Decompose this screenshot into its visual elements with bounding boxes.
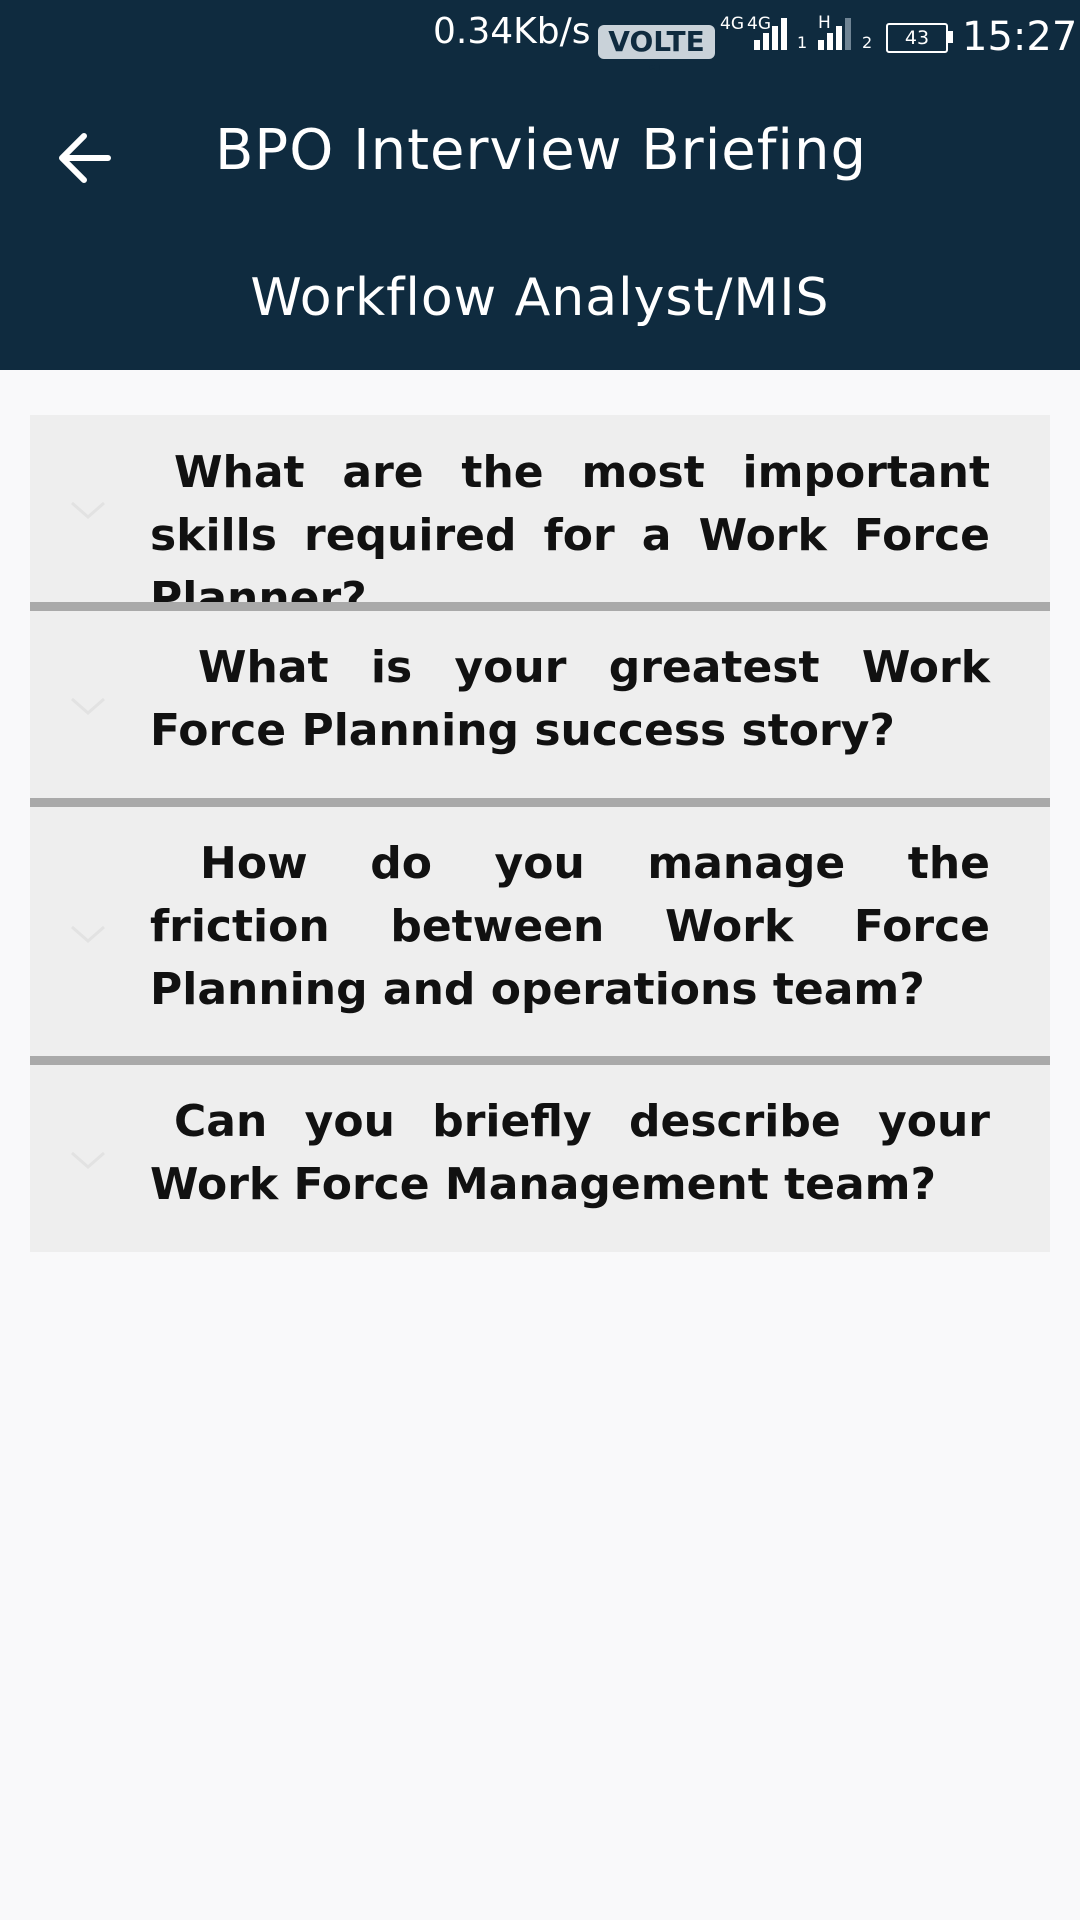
- chevron-down-icon: [71, 501, 105, 519]
- list-item[interactable]: How do you manage the friction between W…: [30, 798, 1050, 1056]
- chevron-down-icon: [71, 925, 105, 943]
- volte-badge: VOLTE 1: [598, 25, 715, 92]
- question-text: What is your greatest Work Force Plannin…: [150, 642, 990, 756]
- arrow-left-icon: [59, 133, 111, 183]
- chevron-down-icon: [71, 1151, 105, 1169]
- clock: 15:27: [962, 14, 1078, 60]
- back-button[interactable]: [44, 118, 124, 198]
- question-list: What are the most important skills requi…: [30, 415, 1050, 1252]
- list-item[interactable]: What is your greatest Work Force Plannin…: [30, 602, 1050, 798]
- battery-icon: 43: [886, 23, 948, 53]
- sim-number: 2: [862, 33, 873, 52]
- list-item[interactable]: What are the most important skills requi…: [30, 415, 1050, 624]
- question-text: Can you briefly describe your Work Force…: [150, 1096, 990, 1210]
- page-title: BPO Interview Briefing: [215, 118, 868, 183]
- chevron-down-icon: [71, 697, 105, 715]
- signal-icon: [818, 16, 851, 50]
- network-speed: 0.34Kb/s: [433, 11, 591, 52]
- status-bar: 0.34Kb/s VOLTE 1 4G 4G 1 H 2 43 15:27: [0, 0, 1080, 92]
- question-text: How do you manage the friction between W…: [150, 838, 990, 1015]
- app-bar: BPO Interview Briefing Workflow Analyst/…: [0, 70, 1080, 370]
- sim-number: 1: [797, 33, 808, 52]
- signal-icon: [754, 16, 787, 50]
- network-type-label: 4G: [720, 14, 744, 34]
- page-subtitle: Workflow Analyst/MIS: [250, 268, 830, 328]
- battery-tip: [948, 31, 953, 43]
- list-item[interactable]: Can you briefly describe your Work Force…: [30, 1056, 1050, 1252]
